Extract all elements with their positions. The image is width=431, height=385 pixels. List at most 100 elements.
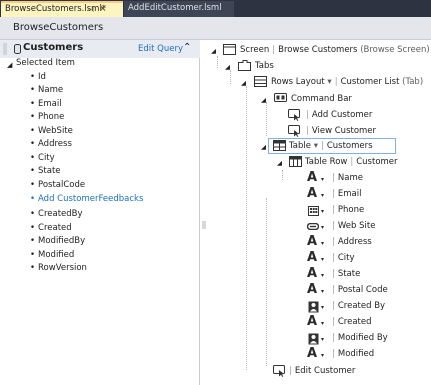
dropdown-arrow-icon[interactable]: ▾ (321, 304, 324, 311)
tree-node-tabs[interactable]: ◢ Tabs (209, 59, 431, 75)
field-item[interactable]: • ModifiedBy (30, 236, 85, 246)
table-row-label: Table Row (305, 157, 348, 167)
tree-node-column[interactable]: A ▾ | Address (209, 234, 431, 251)
selected-item-label[interactable]: Selected Item (16, 58, 75, 68)
text-control-icon: A (307, 266, 318, 281)
tree-node-screen[interactable]: ◢ Screen | Browse Customers (Browse Screen… (209, 43, 431, 59)
button-icon (288, 109, 300, 121)
tree-node-column[interactable]: A ▾ | Postal Code (209, 282, 431, 299)
collapse-triangle-icon[interactable]: ◢ (261, 143, 266, 151)
field-item[interactable]: • Created (30, 223, 72, 233)
table-name: Customers (326, 141, 373, 151)
phone-control-icon (308, 206, 319, 216)
tab-browse-customers[interactable]: BrowseCustomers.lsml* ⊣ × (1, 1, 123, 17)
text-control-icon: A (307, 346, 318, 361)
column-label: Email (337, 189, 362, 199)
field-item[interactable]: • PostalCode (30, 180, 85, 190)
tree-node-table-row[interactable]: ◢ Table Row | Customer (209, 155, 431, 171)
tree-node-column[interactable]: ▾ | Web Site (209, 219, 431, 235)
rows-layout-name: Customer List (340, 77, 400, 87)
dropdown-arrow-icon[interactable]: ▾ (321, 352, 324, 359)
tree-node-column[interactable]: A ▾ | City (209, 250, 431, 267)
collapse-triangle-icon[interactable]: ◢ (211, 47, 216, 55)
collection-title: Customers (23, 42, 84, 53)
button-icon (288, 125, 300, 137)
tree-node-column[interactable]: A ▾ | Modified (209, 346, 431, 363)
drag-grip-icon[interactable] (3, 43, 7, 55)
screen-type: (Browse Screen) (360, 45, 430, 55)
pane-splitter[interactable] (200, 40, 209, 385)
dropdown-arrow-icon[interactable]: ▾ (321, 176, 324, 183)
column-label: Created By (337, 301, 386, 311)
field-item[interactable]: • Modified (30, 250, 74, 260)
view-customer-label: View Customer (311, 126, 377, 136)
screen-content-tree: ◢ Screen | Browse Customers (Browse Screen… (209, 40, 431, 385)
collapse-triangle-icon[interactable]: ◢ (225, 63, 230, 71)
dropdown-arrow-icon[interactable]: ▾ (321, 224, 324, 231)
text-control-icon: A (307, 282, 318, 297)
tree-node-column[interactable]: ▾ | Created By (209, 299, 431, 315)
designer-header: BrowseCustomers (0, 17, 431, 40)
button-icon (273, 365, 285, 377)
column-label: Postal Code (337, 285, 388, 295)
screen-icon (223, 44, 236, 55)
tree-node-column[interactable]: A ▾ | Created (209, 314, 431, 331)
dropdown-arrow-icon[interactable]: ▾ (321, 272, 324, 279)
dropdown-arrow-icon[interactable]: ▾ (321, 336, 324, 343)
field-item[interactable]: • Phone (30, 112, 64, 122)
field-item[interactable]: • CreatedBy (30, 209, 83, 219)
tree-node-command-bar[interactable]: ◢ Command Bar (209, 92, 431, 108)
field-item[interactable]: • WebSite (30, 126, 73, 136)
close-icon[interactable]: × (99, 4, 107, 14)
rows-layout-type: (Tab) (402, 77, 424, 87)
tree-node-table[interactable]: ◢ Table ▾ | Customers (209, 139, 431, 155)
screen-name: Browse Customers (278, 45, 358, 55)
tab-add-edit-customer[interactable]: AddEditCustomer.lsml (124, 1, 234, 17)
dropdown-arrow-icon[interactable]: ▾ (321, 208, 324, 215)
collapse-triangle-icon[interactable]: ◢ (277, 159, 282, 167)
tree-node-column[interactable]: A ▾ | Email (209, 186, 431, 203)
tree-node-column[interactable]: ▾ | Modified By (209, 331, 431, 347)
dropdown-arrow-icon[interactable]: ▾ (321, 256, 324, 263)
rows-layout-label: Rows Layout (271, 77, 325, 87)
edit-query-link[interactable]: Edit Query (138, 44, 183, 54)
pane-header: Customers Edit Query ⌃ (0, 40, 200, 58)
tree-node-column[interactable]: ▾ | Phone (209, 203, 431, 219)
edit-customer-label: Edit Customer (294, 366, 356, 376)
tree-node-column[interactable]: A ▾ | State (209, 266, 431, 283)
tabs-icon (238, 60, 251, 71)
person-control-icon (308, 333, 319, 345)
tree-node-add-customer[interactable]: | Add Customer (209, 108, 431, 124)
field-item[interactable]: • Id (30, 72, 46, 82)
tree-node-rows-layout[interactable]: ◢ Rows Layout ▾ | Customer List (Tab) (209, 75, 431, 91)
field-item[interactable]: • Name (30, 85, 63, 95)
field-item[interactable]: • State (30, 166, 61, 176)
collapse-up-icon[interactable]: ⌃ (183, 42, 191, 53)
collapse-triangle-icon[interactable]: ◢ (261, 96, 266, 104)
tree-node-edit-customer[interactable]: | Edit Customer (209, 364, 431, 380)
field-item[interactable]: • RowVersion (30, 263, 87, 273)
column-label: State (337, 269, 361, 279)
column-label: Modified By (337, 333, 388, 343)
command-bar-label: Command Bar (291, 94, 352, 104)
collapse-triangle-icon[interactable]: ◢ (241, 79, 246, 87)
rows-layout-icon (254, 76, 267, 87)
field-item[interactable]: • Email (30, 99, 62, 109)
view-model-pane: Customers Edit Query ⌃ ◢ Selected Item •… (0, 40, 200, 385)
add-customerfeedbacks-link[interactable]: • Add CustomerFeedbacks (30, 194, 143, 204)
expand-caret-icon[interactable]: ◢ (7, 61, 12, 69)
column-label: Phone (337, 205, 365, 215)
collection-icon (14, 44, 21, 54)
splitter-grip-icon[interactable] (202, 221, 206, 229)
text-control-icon: A (307, 234, 318, 249)
tree-node-column[interactable]: A ▾ | Name (209, 170, 431, 187)
dropdown-arrow-icon[interactable]: ▾ (321, 192, 324, 199)
table-row-name: Customer (356, 157, 398, 167)
pin-icon[interactable]: ⊣ (87, 5, 94, 14)
table-label: Table (289, 141, 311, 151)
dropdown-arrow-icon[interactable]: ▾ (321, 320, 324, 327)
field-item[interactable]: • Address (30, 139, 72, 149)
field-item[interactable]: • City (30, 153, 55, 163)
dropdown-arrow-icon[interactable]: ▾ (321, 288, 324, 295)
dropdown-arrow-icon[interactable]: ▾ (321, 240, 324, 247)
